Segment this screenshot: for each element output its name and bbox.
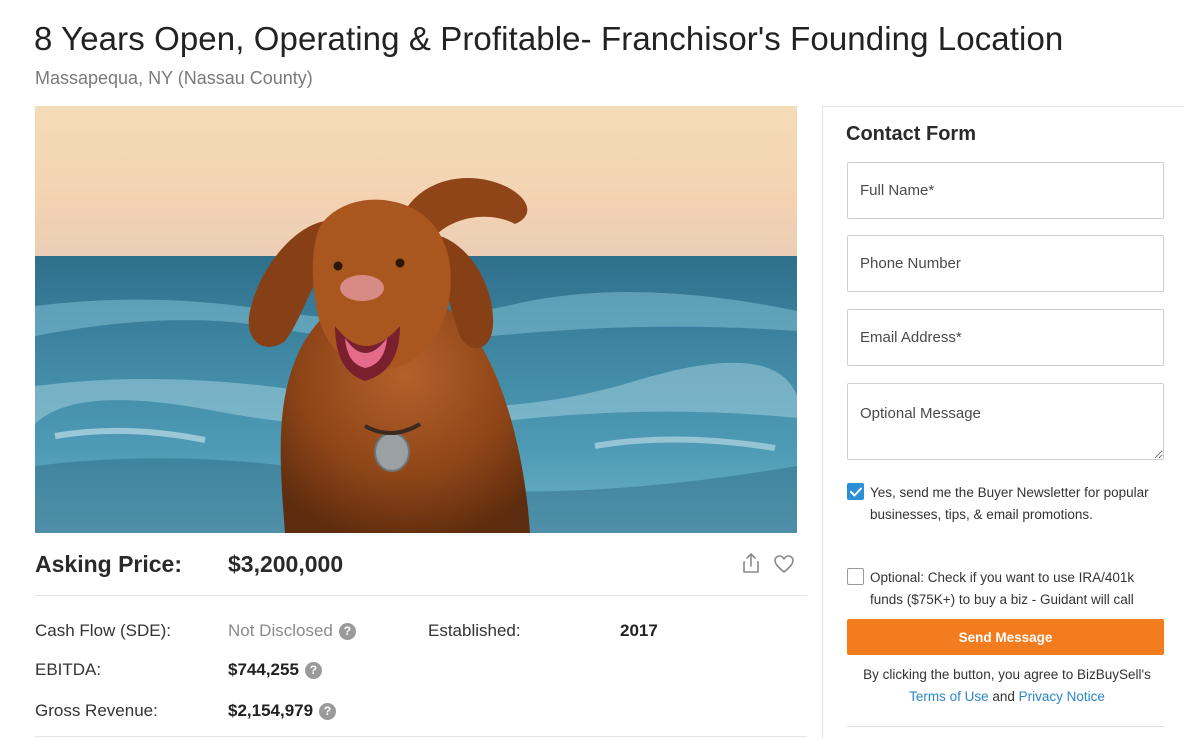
- financials-divider: [35, 736, 807, 737]
- cash-flow-label: Cash Flow (SDE):: [35, 621, 172, 640]
- cash-flow-value: Not Disclosed ?: [228, 621, 356, 641]
- newsletter-label: Yes, send me the Buyer Newsletter for po…: [870, 485, 1149, 522]
- asking-price-label: Asking Price:: [35, 551, 182, 577]
- send-message-button[interactable]: Send Message: [847, 619, 1164, 655]
- terms-of-use-link[interactable]: Terms of Use: [909, 689, 989, 704]
- cash-flow-help-icon[interactable]: ?: [338, 622, 356, 640]
- newsletter-option[interactable]: Yes, send me the Buyer Newsletter for po…: [847, 482, 1167, 525]
- ebitda-label: EBITDA:: [35, 660, 102, 679]
- ebitda-value: $744,255 ?: [228, 660, 322, 680]
- cash-flow-text: Not Disclosed: [228, 621, 333, 640]
- dog-photo-icon: [35, 106, 797, 533]
- contact-form-title: Contact Form: [846, 123, 976, 145]
- share-icon[interactable]: [741, 552, 761, 574]
- ira-checkbox[interactable]: [847, 568, 864, 585]
- terms-disclaimer: By clicking the button, you agree to Biz…: [842, 664, 1172, 707]
- listing-location: Massapequa, NY (Nassau County): [35, 68, 313, 88]
- listing-hero-image[interactable]: [35, 106, 797, 533]
- established-label: Established:: [428, 621, 521, 640]
- ira-option[interactable]: Optional: Check if you want to use IRA/4…: [847, 567, 1167, 610]
- optional-message-field[interactable]: [847, 383, 1164, 460]
- ebitda-text: $744,255: [228, 660, 299, 679]
- asking-price-value: $3,200,000: [228, 551, 344, 577]
- price-divider: [35, 595, 807, 596]
- gross-revenue-value: $2,154,979 ?: [228, 701, 337, 721]
- checkmark-icon: [849, 487, 862, 496]
- ebitda-help-icon[interactable]: ?: [304, 661, 322, 679]
- email-address-field[interactable]: [847, 309, 1164, 366]
- privacy-notice-link[interactable]: Privacy Notice: [1019, 689, 1105, 704]
- ira-label: Optional: Check if you want to use IRA/4…: [870, 570, 1135, 607]
- gross-revenue-text: $2,154,979: [228, 701, 314, 720]
- heart-icon[interactable]: [773, 554, 795, 574]
- newsletter-checkbox[interactable]: [847, 483, 864, 500]
- gross-revenue-help-icon[interactable]: ?: [319, 702, 337, 720]
- disclaimer-and: and: [992, 688, 1015, 704]
- full-name-field[interactable]: [847, 162, 1164, 219]
- disclaimer-text: By clicking the button, you agree to Biz…: [863, 667, 1151, 682]
- listing-title: 8 Years Open, Operating & Profitable- Fr…: [34, 20, 1064, 57]
- form-divider: [847, 726, 1164, 727]
- gross-revenue-label: Gross Revenue:: [35, 701, 158, 720]
- established-value: 2017: [620, 621, 658, 640]
- phone-number-field[interactable]: [847, 235, 1164, 292]
